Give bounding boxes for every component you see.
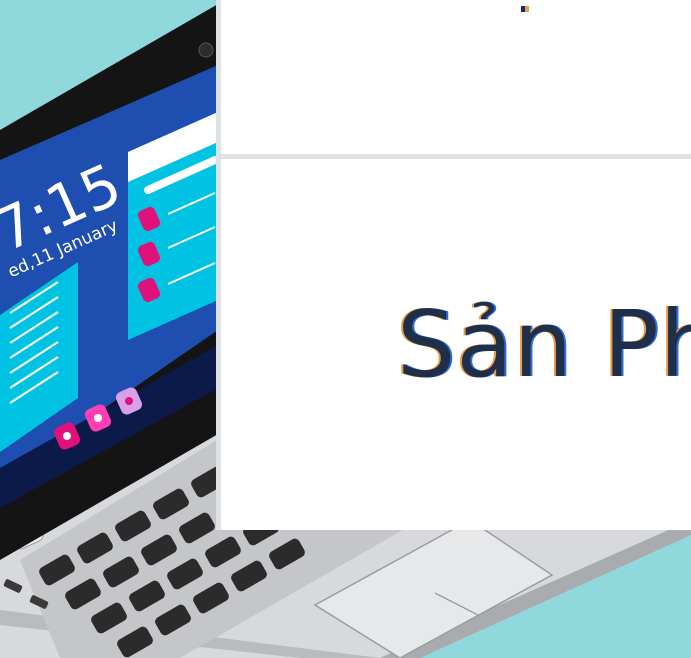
panel-divider [221,154,691,159]
product-label: Sản Ph [397,291,691,398]
zoom-panel: Sản Ph [216,0,691,530]
checklist-widget [128,112,219,340]
pixel-speck [521,6,529,12]
webcam-icon [198,42,214,58]
